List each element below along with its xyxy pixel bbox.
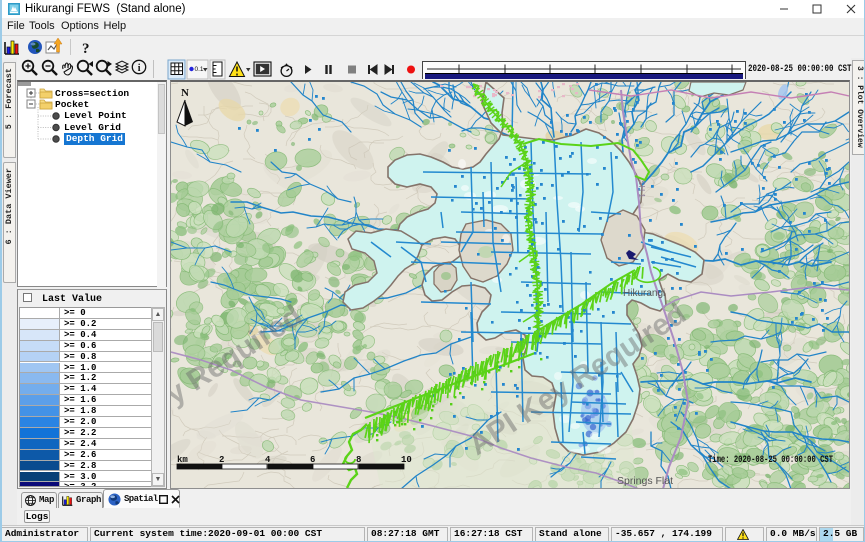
svg-text:4: 4 [265,455,271,465]
svg-text:10: 10 [401,455,412,465]
svg-text:Springs Flat: Springs Flat [617,475,673,487]
svg-text:0.1: 0.1 [195,66,204,73]
svg-text:6: 6 [310,455,315,465]
svg-text:Hikurangi: Hikurangi [623,288,665,299]
svg-text:i: i [138,63,141,74]
svg-text:SH 1: SH 1 [637,180,646,198]
svg-text:2: 2 [219,455,224,465]
svg-text:?: ? [82,41,90,57]
svg-text:km: km [177,455,188,465]
svg-text:8: 8 [356,455,361,465]
svg-text:N: N [181,87,189,99]
svg-text:Time: 2020-08-25 00:00:00 CST: Time: 2020-08-25 00:00:00 CST [708,454,833,466]
